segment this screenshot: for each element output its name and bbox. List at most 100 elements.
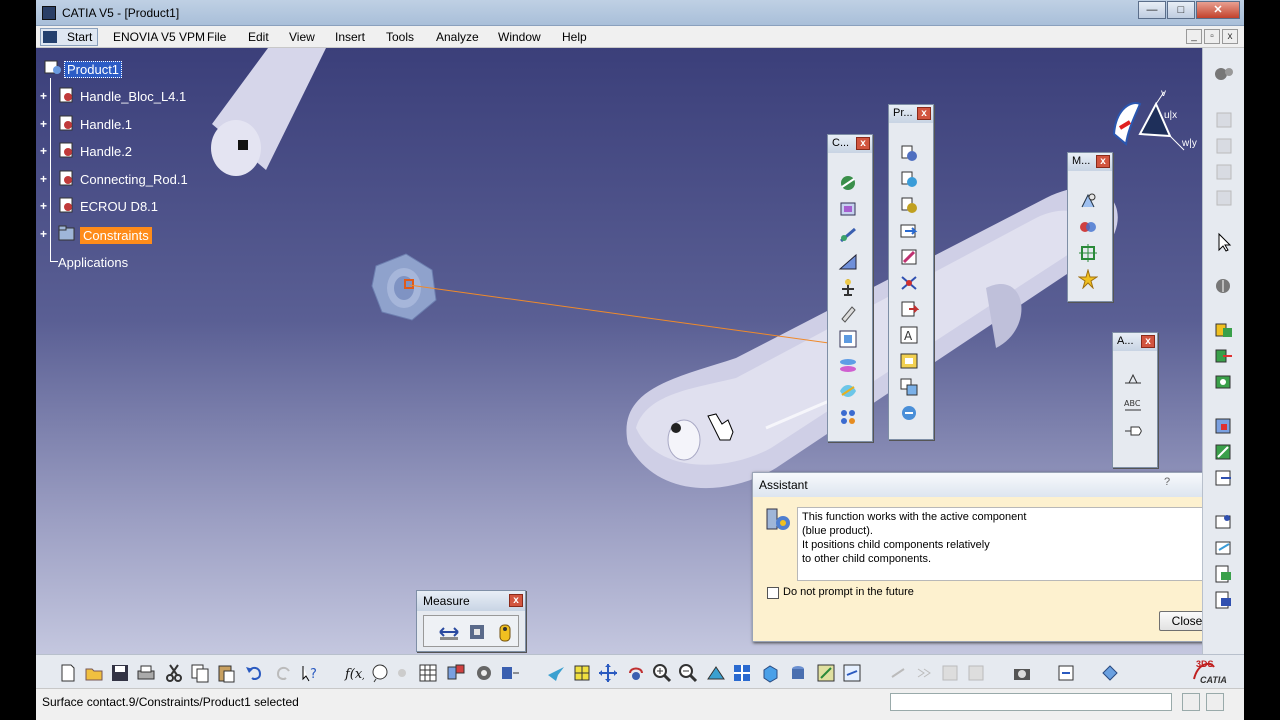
status-option-button[interactable] <box>1182 693 1200 711</box>
menu-tools[interactable]: Tools <box>386 30 414 44</box>
expand-icon[interactable]: + <box>40 173 51 186</box>
menu-analyze[interactable]: Analyze <box>436 30 479 44</box>
flag-note-icon[interactable] <box>1123 421 1143 441</box>
normal-view-icon[interactable] <box>706 663 726 683</box>
snap-icon[interactable] <box>1078 217 1098 237</box>
disabled-tool-icon[interactable] <box>1213 136 1235 156</box>
bill-of-material-icon[interactable] <box>1213 512 1235 532</box>
zoom-out-icon[interactable] <box>678 663 698 683</box>
disabled-tool-icon[interactable] <box>1213 110 1235 130</box>
space-analysis-icon[interactable] <box>1213 416 1235 436</box>
disabled-tool-icon[interactable] <box>914 663 934 683</box>
handle-cylinder[interactable] <box>211 48 326 176</box>
tree-node-constraints[interactable]: + Constraints <box>40 224 180 246</box>
close-window-button[interactable]: ✕ <box>1196 1 1240 19</box>
tree-node-product1[interactable]: Product1 <box>40 58 160 80</box>
menu-start[interactable]: Start <box>40 28 98 46</box>
measure-inertia-icon[interactable] <box>494 621 516 643</box>
3d-viewport[interactable]: v u|x w|y Product1 + Handle_Bloc_L4.1 + … <box>36 48 1202 654</box>
multi-view-icon[interactable] <box>732 663 752 683</box>
copy-icon[interactable] <box>190 663 210 683</box>
new-part-icon[interactable] <box>899 195 919 215</box>
doc-restore-button[interactable]: ▫ <box>1204 29 1220 44</box>
constraint-analysis-icon[interactable] <box>1213 538 1235 558</box>
cut-icon[interactable] <box>164 663 184 683</box>
tree-node-handle-2[interactable]: + Handle.2 <box>40 141 200 163</box>
expand-icon[interactable]: + <box>40 228 51 241</box>
expand-icon[interactable]: + <box>40 145 51 158</box>
product-settings-icon[interactable] <box>1213 64 1235 84</box>
menu-help[interactable]: Help <box>562 30 587 44</box>
tree-node-handle-1[interactable]: + Handle.1 <box>40 114 200 136</box>
angle-constraint-icon[interactable] <box>838 251 858 271</box>
annotations-toolbar-close[interactable]: x <box>1141 335 1155 348</box>
knowledge-icon[interactable] <box>370 663 390 683</box>
multi-instantiation-icon[interactable] <box>899 377 919 397</box>
menu-edit[interactable]: Edit <box>248 30 269 44</box>
coincidence-constraint-icon[interactable] <box>838 173 858 193</box>
assembly-split-icon[interactable] <box>1213 346 1235 366</box>
paste-icon[interactable] <box>216 663 236 683</box>
assembly-hole-icon[interactable] <box>1213 372 1235 392</box>
new-product-icon[interactable] <box>899 169 919 189</box>
disabled-tool-icon[interactable] <box>966 663 986 683</box>
tree-node-handle-bloc[interactable]: + Handle_Bloc_L4.1 <box>40 86 200 108</box>
formula-icon[interactable]: f(x) <box>344 663 364 683</box>
do-not-prompt-checkbox[interactable] <box>767 587 779 599</box>
clash-analysis-icon[interactable] <box>1213 442 1235 462</box>
menu-insert[interactable]: Insert <box>335 30 365 44</box>
save-icon[interactable] <box>110 663 130 683</box>
replace-component-icon[interactable] <box>899 247 919 267</box>
manage-representations-icon[interactable] <box>899 351 919 371</box>
explode-icon[interactable] <box>1078 269 1098 289</box>
fly-mode-icon[interactable] <box>546 663 566 683</box>
contact-constraint-icon[interactable] <box>838 199 858 219</box>
fix-component-icon[interactable] <box>838 277 858 297</box>
hide-show-icon[interactable] <box>816 663 836 683</box>
disabled-tool-icon[interactable] <box>940 663 960 683</box>
constraint-line[interactable] <box>408 284 837 345</box>
swap-visible-space-icon[interactable] <box>842 663 862 683</box>
measure-toolbar-close[interactable]: x <box>509 594 523 607</box>
constraints-toolbar-close[interactable]: x <box>856 137 870 150</box>
catalog-icon[interactable] <box>446 663 466 683</box>
tree-node-applications[interactable]: Applications <box>40 252 180 274</box>
select-arrow-icon[interactable] <box>1213 232 1235 252</box>
catalog-browser-icon[interactable] <box>1213 276 1235 296</box>
fit-all-in-icon[interactable] <box>500 663 520 683</box>
assembly-feature-icon[interactable] <box>1213 320 1235 340</box>
iso-view-icon[interactable] <box>760 663 780 683</box>
expand-icon[interactable]: + <box>40 90 51 103</box>
manipulation-icon[interactable] <box>1078 191 1098 211</box>
selective-load-icon[interactable]: A <box>899 325 919 345</box>
graph-tree-reordering-icon[interactable] <box>899 273 919 293</box>
menu-window[interactable]: Window <box>498 30 541 44</box>
measure-icon[interactable] <box>1100 663 1120 683</box>
disabled-tool-icon[interactable] <box>1213 162 1235 182</box>
offset-constraint-icon[interactable] <box>838 225 858 245</box>
existing-component-icon[interactable] <box>899 221 919 241</box>
fix-together-icon[interactable] <box>838 303 858 323</box>
assistant-help-button[interactable]: ? <box>1159 476 1175 493</box>
move-toolbar-close[interactable]: x <box>1096 155 1110 168</box>
menu-enovia[interactable]: ENOVIA V5 VPM <box>113 30 205 44</box>
reuse-pattern-icon[interactable] <box>838 407 858 427</box>
fit-all-icon[interactable] <box>572 663 592 683</box>
fast-multi-instantiation-icon[interactable] <box>899 403 919 423</box>
sectioning-icon[interactable] <box>1213 468 1235 488</box>
status-option-button[interactable] <box>1206 693 1224 711</box>
doc-minimize-button[interactable]: _ <box>1186 29 1202 44</box>
whats-this-icon[interactable]: ? <box>300 663 320 683</box>
minimize-button[interactable]: — <box>1138 1 1166 19</box>
compass-widget[interactable] <box>1112 91 1185 151</box>
measure-between-icon[interactable] <box>438 621 460 643</box>
expand-icon[interactable]: + <box>40 118 51 131</box>
menu-view[interactable]: View <box>289 30 315 44</box>
undo-icon[interactable] <box>244 663 264 683</box>
new-icon[interactable] <box>58 663 78 683</box>
doc-close-button[interactable]: x <box>1222 29 1238 44</box>
product-toolbar-close[interactable]: x <box>917 107 931 120</box>
redo-icon[interactable] <box>274 663 294 683</box>
zoom-in-icon[interactable] <box>652 663 672 683</box>
pan-icon[interactable] <box>598 663 618 683</box>
